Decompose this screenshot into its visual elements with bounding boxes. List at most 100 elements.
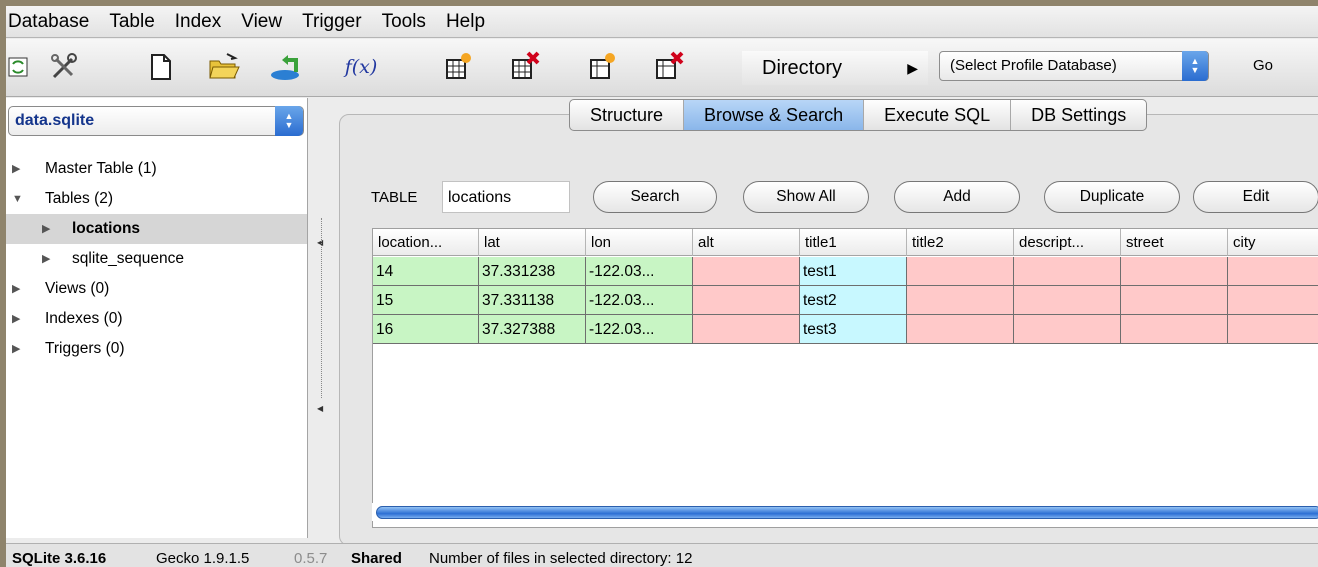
refresh-icon[interactable] <box>6 49 40 85</box>
table-cell[interactable] <box>1014 286 1121 315</box>
disclosure-collapsed-icon[interactable]: ▶ <box>12 304 20 334</box>
table-cell[interactable]: test3 <box>800 315 907 344</box>
search-button[interactable]: Search <box>593 181 717 213</box>
tree-item[interactable]: ▼ Tables (2) <box>6 184 307 214</box>
table-cell[interactable] <box>693 315 800 344</box>
disclosure-collapsed-icon[interactable]: ▶ <box>12 154 20 184</box>
profile-database-select[interactable]: (Select Profile Database) ▲ ▼ <box>939 51 1209 81</box>
tree-item-label: Master Table (1) <box>45 160 157 177</box>
menu-view[interactable]: View <box>231 6 292 38</box>
table-cell[interactable] <box>1121 315 1228 344</box>
open-folder-icon[interactable] <box>204 49 244 85</box>
attach-icon[interactable] <box>265 49 305 85</box>
splitter-grip <box>321 218 323 398</box>
disclosure-collapsed-icon[interactable]: ▶ <box>42 214 50 244</box>
table-cell[interactable]: -122.03... <box>586 257 693 286</box>
disclosure-collapsed-icon[interactable]: ▶ <box>42 244 50 274</box>
panel-splitter[interactable]: ◀ ◀ <box>309 98 339 538</box>
edit-button[interactable]: Edit <box>1193 181 1318 213</box>
tree-item-label: Tables (2) <box>45 190 114 207</box>
tools-icon[interactable] <box>44 49 84 85</box>
column-header[interactable]: lon <box>586 229 693 256</box>
show-all-button[interactable]: Show All <box>743 181 869 213</box>
tab-execute-sql[interactable]: Execute SQL <box>864 100 1012 130</box>
table-cell[interactable]: 37.331138 <box>479 286 586 315</box>
column-header[interactable]: descript... <box>1014 229 1121 256</box>
table-cell[interactable] <box>1014 257 1121 286</box>
table-cell[interactable] <box>1121 257 1228 286</box>
menu-bar: Database Table Index View Trigger Tools … <box>6 6 1318 38</box>
table-cell[interactable] <box>907 286 1014 315</box>
tree-item[interactable]: ▶ Triggers (0) <box>6 334 307 364</box>
create-table-icon[interactable] <box>438 49 478 85</box>
table-name-input[interactable]: locations <box>442 181 570 213</box>
directory-button[interactable]: Directory ▶ <box>742 51 928 85</box>
tree-item[interactable]: ▶ Master Table (1) <box>6 154 307 184</box>
database-select-value: data.sqlite <box>15 112 95 129</box>
new-file-icon[interactable] <box>140 49 180 85</box>
tree-item[interactable]: ▶ Indexes (0) <box>6 304 307 334</box>
tree-item[interactable]: ▶ Views (0) <box>6 274 307 304</box>
menu-database[interactable]: Database <box>6 6 99 38</box>
table-cell[interactable]: 37.327388 <box>479 315 586 344</box>
duplicate-button[interactable]: Duplicate <box>1044 181 1180 213</box>
column-header[interactable]: alt <box>693 229 800 256</box>
table-cell[interactable]: -122.03... <box>586 286 693 315</box>
table-cell[interactable] <box>907 257 1014 286</box>
tree-item[interactable]: ▶ locations <box>6 214 307 244</box>
table-cell[interactable] <box>693 257 800 286</box>
menu-tools[interactable]: Tools <box>372 6 436 38</box>
tree-item-label: Indexes (0) <box>45 310 123 327</box>
table-cell[interactable]: test1 <box>800 257 907 286</box>
column-header[interactable]: city <box>1228 229 1318 256</box>
menu-help[interactable]: Help <box>436 6 495 38</box>
menu-index[interactable]: Index <box>165 6 231 38</box>
table-row[interactable]: 16 37.327388 -122.03... test3 <box>373 315 1318 344</box>
database-select[interactable]: data.sqlite ▲ ▼ <box>8 106 304 136</box>
profile-select-value: (Select Profile Database) <box>950 57 1117 74</box>
table-cell[interactable]: 37.331238 <box>479 257 586 286</box>
table-cell[interactable]: test2 <box>800 286 907 315</box>
toolbar: f(x) Directory ▶ (Select Profile Databas… <box>6 39 1318 97</box>
table-row[interactable]: 15 37.331138 -122.03... test2 <box>373 286 1318 315</box>
tree-item-label: Views (0) <box>45 280 110 297</box>
table-cell[interactable] <box>1228 257 1318 286</box>
table-cell[interactable]: 14 <box>373 257 479 286</box>
column-header[interactable]: title1 <box>800 229 907 256</box>
drop-table-icon[interactable] <box>504 49 544 85</box>
table-cell[interactable] <box>1014 315 1121 344</box>
table-cell[interactable]: 15 <box>373 286 479 315</box>
table-cell[interactable]: 16 <box>373 315 479 344</box>
disclosure-collapsed-icon[interactable]: ▶ <box>12 274 20 304</box>
menu-trigger[interactable]: Trigger <box>292 6 371 38</box>
create-index-icon[interactable] <box>582 49 622 85</box>
tab-structure[interactable]: Structure <box>570 100 685 130</box>
function-icon[interactable]: f(x) <box>336 49 386 85</box>
disclosure-collapsed-icon[interactable]: ▶ <box>12 334 20 364</box>
drop-index-icon[interactable] <box>648 49 688 85</box>
column-header[interactable]: location... <box>373 229 479 256</box>
table-cell[interactable] <box>1228 286 1318 315</box>
tab-browse-search[interactable]: Browse & Search <box>684 100 865 130</box>
table-cell[interactable] <box>907 315 1014 344</box>
table-cell[interactable] <box>1228 315 1318 344</box>
tree-item[interactable]: ▶ sqlite_sequence <box>6 244 307 274</box>
scrollbar-thumb[interactable] <box>376 506 1318 519</box>
go-button[interactable]: Go <box>1238 51 1288 81</box>
tab-bar: Structure Browse & Search Execute SQL DB… <box>569 99 1148 131</box>
column-header[interactable]: lat <box>479 229 586 256</box>
menu-table[interactable]: Table <box>99 6 164 38</box>
add-button[interactable]: Add <box>894 181 1020 213</box>
column-header[interactable]: street <box>1121 229 1228 256</box>
tab-db-settings[interactable]: DB Settings <box>1011 100 1146 130</box>
table-cell[interactable] <box>1121 286 1228 315</box>
horizontal-scrollbar[interactable] <box>372 503 1318 521</box>
table-row[interactable]: 14 37.331238 -122.03... test1 <box>373 257 1318 286</box>
schema-panel: data.sqlite ▲ ▼ ▶ Master Table (1) ▼ Tables … <box>6 98 308 538</box>
disclosure-expanded-icon[interactable]: ▼ <box>12 184 23 214</box>
table-cell[interactable]: -122.03... <box>586 315 693 344</box>
collapse-left-icon[interactable]: ◀ <box>317 404 323 413</box>
directory-file-count: Number of files in selected directory: 1… <box>429 550 693 567</box>
column-header[interactable]: title2 <box>907 229 1014 256</box>
table-cell[interactable] <box>693 286 800 315</box>
